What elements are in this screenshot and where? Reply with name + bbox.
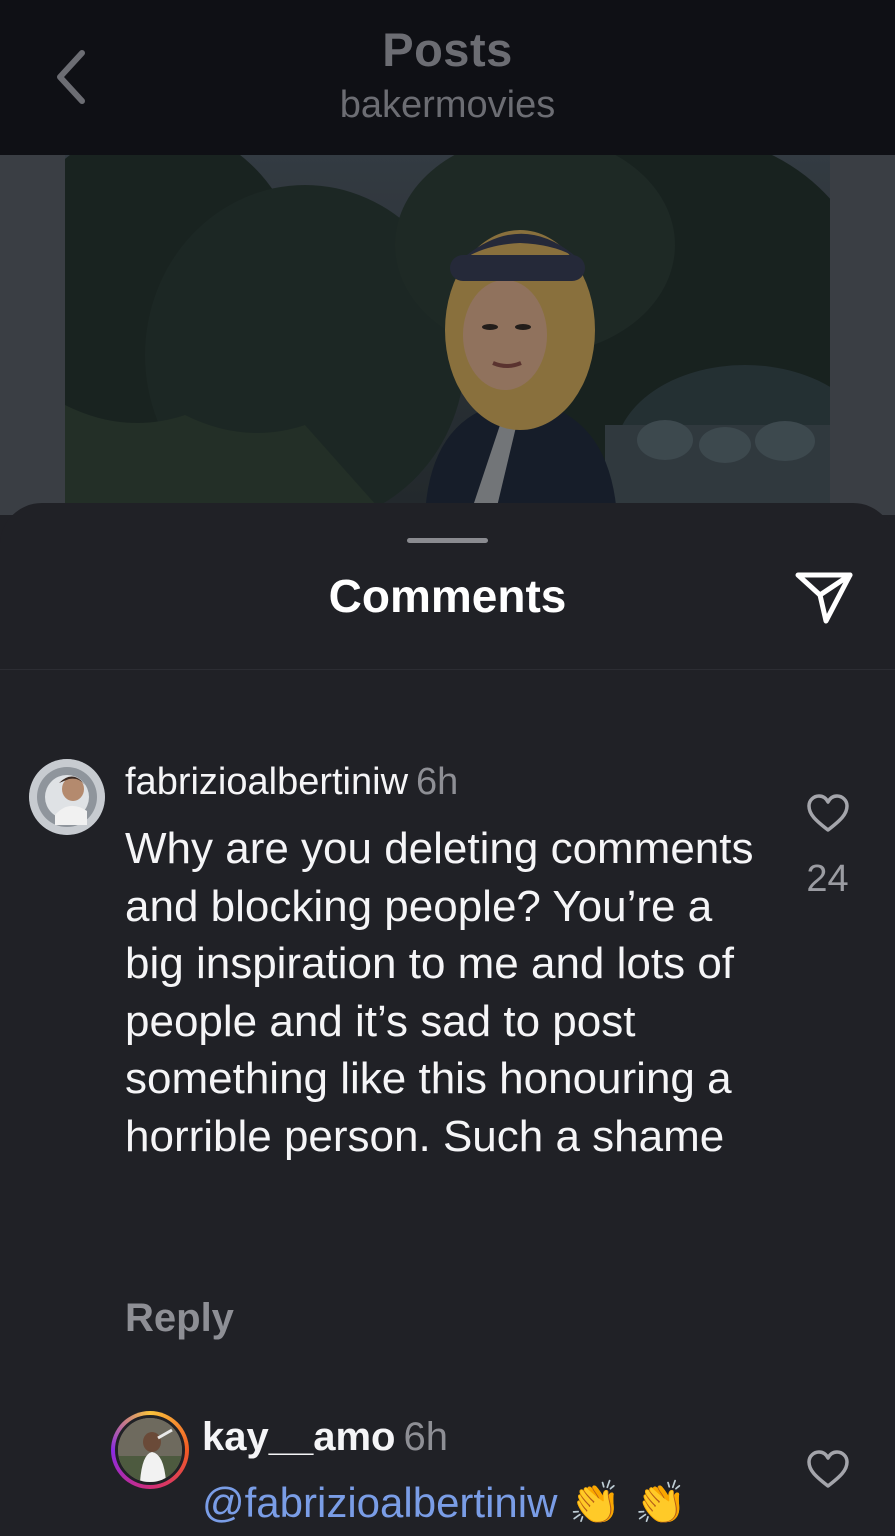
sheet-divider (0, 669, 895, 670)
comment-header: fabrizioalbertiniw 6h (125, 761, 458, 804)
story-avatar[interactable] (111, 1411, 189, 1489)
like-count: 24 (806, 858, 849, 900)
avatar-image (118, 1418, 182, 1482)
page-subtitle: bakermovies (339, 84, 556, 126)
comment-time: 6h (403, 1415, 448, 1459)
avatar[interactable] (29, 759, 105, 835)
clapping-hands-emoji: 👏 👏 (569, 1478, 688, 1527)
comment-time: 6h (416, 761, 459, 803)
share-button[interactable] (792, 567, 856, 627)
like-button[interactable] (805, 792, 851, 834)
comment-username[interactable]: fabrizioalbertiniw (125, 761, 408, 803)
heart-icon (807, 794, 849, 832)
post-media-backdrop (0, 155, 895, 515)
heart-icon (807, 1450, 849, 1488)
paper-plane-icon (795, 572, 853, 624)
comment-header: kay__amo 6h (202, 1415, 448, 1460)
mention-link[interactable]: @fabrizioalbertiniw (202, 1479, 557, 1526)
comments-title: Comments (328, 570, 567, 622)
top-navigation-bar: Posts bakermovies (0, 0, 895, 155)
post-photo-illustration (65, 155, 830, 515)
comment-text: @fabrizioalbertiniw 👏 👏 (202, 1476, 762, 1536)
comment-username[interactable]: kay__amo (202, 1415, 395, 1459)
reply-button[interactable]: Reply (125, 1296, 234, 1341)
like-button[interactable] (805, 1448, 851, 1490)
avatar-image (29, 759, 105, 835)
avatar (115, 1415, 185, 1485)
page-title: Posts (382, 23, 513, 76)
sheet-grabber-handle[interactable] (407, 538, 488, 543)
comment-text: Why are you deleting comments and blocki… (125, 824, 754, 1161)
post-image[interactable] (65, 155, 830, 515)
